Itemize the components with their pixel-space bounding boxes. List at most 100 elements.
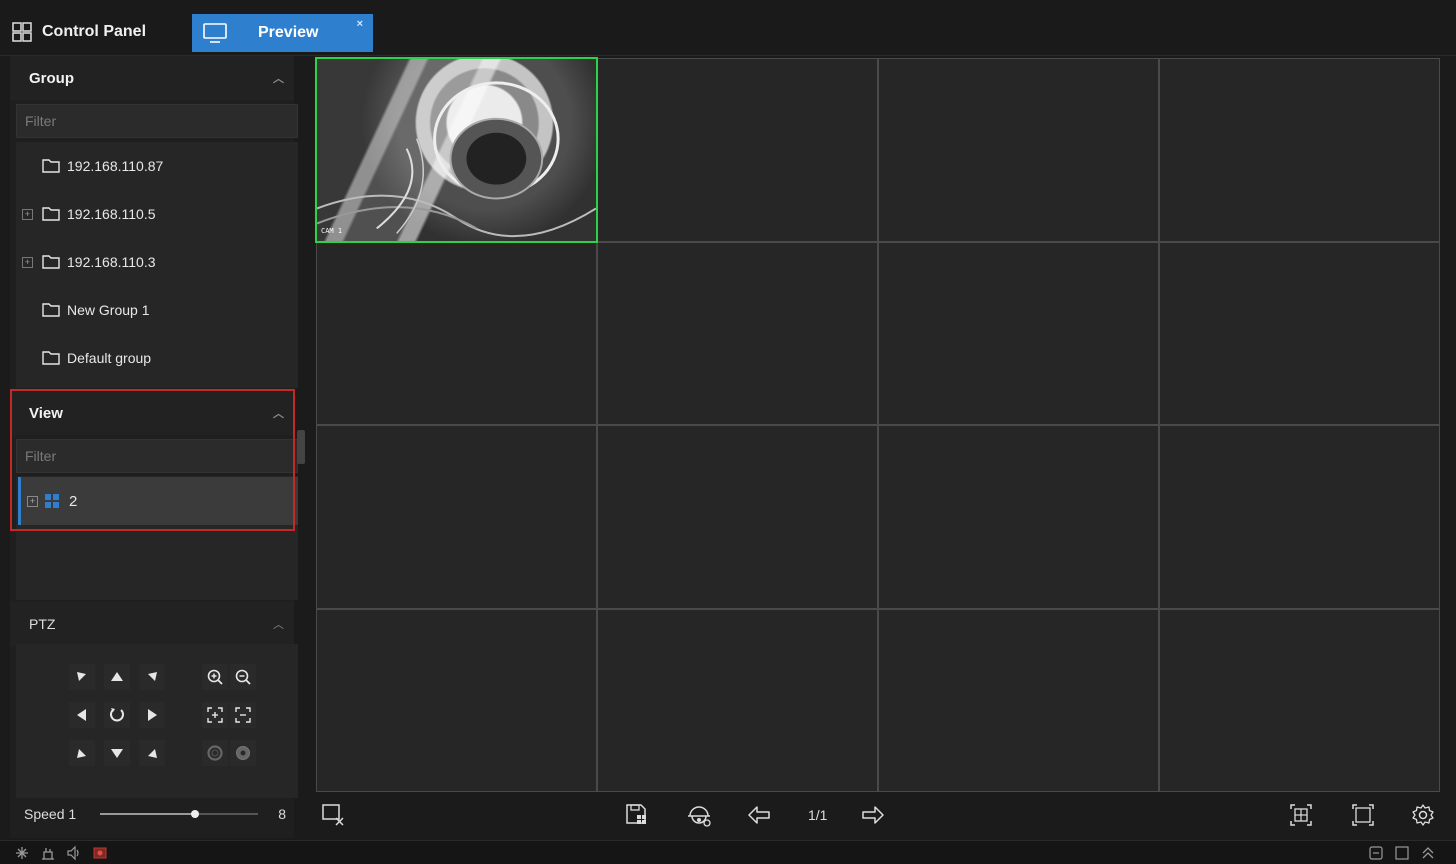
video-window[interactable] bbox=[597, 58, 878, 242]
ptz-down-left-button[interactable] bbox=[69, 740, 95, 766]
zoom-out-button[interactable] bbox=[230, 664, 256, 690]
tab-control-panel-label: Control Panel bbox=[42, 23, 147, 40]
view-filter-input[interactable]: Filter bbox=[16, 439, 298, 473]
alarm-icon[interactable] bbox=[14, 845, 30, 861]
group-tree-item[interactable]: +192.168.110.3 bbox=[16, 238, 298, 286]
group-tree-item[interactable]: +192.168.110.5 bbox=[16, 190, 298, 238]
ptz-down-button[interactable] bbox=[104, 740, 130, 766]
app-window: Control Panel Preview × Group ︿ Filter 1… bbox=[0, 0, 1456, 864]
video-window[interactable] bbox=[316, 425, 597, 609]
speed-slider-handle[interactable] bbox=[190, 810, 199, 818]
arrow-down-icon bbox=[111, 749, 123, 758]
ptz-up-button[interactable] bbox=[104, 664, 130, 690]
iris-open-icon bbox=[207, 745, 223, 761]
grid-icon bbox=[12, 22, 32, 42]
expand-icon[interactable]: + bbox=[22, 208, 33, 220]
video-window[interactable] bbox=[878, 608, 1159, 792]
group-tree-item-label: 192.168.110.3 bbox=[67, 254, 156, 270]
video-window[interactable] bbox=[1159, 608, 1440, 792]
ptz-controls bbox=[16, 644, 298, 798]
close-tab-icon[interactable]: × bbox=[357, 18, 363, 30]
arrow-up-icon bbox=[111, 672, 123, 681]
previous-page-button[interactable] bbox=[744, 800, 774, 830]
video-window[interactable] bbox=[1159, 425, 1440, 609]
video-grid: CAM 1 bbox=[315, 57, 1440, 792]
tab-control-panel[interactable]: Control Panel bbox=[12, 14, 146, 50]
message-icon[interactable] bbox=[1368, 845, 1384, 861]
iris-open-button[interactable] bbox=[202, 740, 228, 766]
left-panel: Group ︿ Filter 192.168.110.87 +192.168.11… bbox=[10, 56, 298, 838]
chevron-up-icon[interactable]: ︿ bbox=[273, 70, 284, 86]
video-window[interactable] bbox=[597, 425, 878, 609]
ptz-auto-button[interactable] bbox=[104, 702, 130, 728]
video-window[interactable] bbox=[878, 425, 1159, 609]
settings-button[interactable] bbox=[1408, 800, 1438, 830]
group-section-header[interactable]: Group ︿ bbox=[10, 56, 294, 100]
video-window[interactable] bbox=[878, 58, 1159, 242]
tab-bar: Control Panel Preview × bbox=[0, 0, 1456, 56]
panel-collapse-handle[interactable] bbox=[297, 430, 305, 464]
focus-near-button[interactable] bbox=[202, 702, 228, 728]
window-icon[interactable] bbox=[1394, 845, 1410, 861]
arrow-down-left-icon bbox=[77, 749, 86, 758]
ptz-up-right-button[interactable] bbox=[139, 664, 165, 690]
camera-feed-image bbox=[317, 59, 596, 241]
group-tree-item[interactable]: 192.168.110.87 bbox=[16, 142, 298, 190]
folder-icon bbox=[42, 351, 60, 365]
ptz-left-button[interactable] bbox=[69, 702, 95, 728]
video-window[interactable] bbox=[1159, 58, 1440, 242]
close-all-windows-icon bbox=[322, 804, 344, 826]
video-window[interactable] bbox=[1159, 241, 1440, 425]
dome-camera-button[interactable] bbox=[684, 800, 714, 830]
group-tree-item-label: New Group 1 bbox=[67, 302, 150, 318]
ptz-up-left-button[interactable] bbox=[69, 664, 95, 690]
arrow-up-right-icon bbox=[148, 672, 157, 681]
video-window[interactable] bbox=[878, 241, 1159, 425]
speed-slider-fill bbox=[100, 813, 195, 815]
split-screen-button[interactable] bbox=[1286, 800, 1316, 830]
video-window[interactable] bbox=[316, 241, 597, 425]
video-window[interactable] bbox=[597, 608, 878, 792]
ptz-right-button[interactable] bbox=[139, 702, 165, 728]
record-alert-icon[interactable] bbox=[92, 845, 108, 861]
speaker-icon[interactable] bbox=[66, 845, 82, 861]
zoom-out-icon bbox=[235, 669, 251, 685]
zoom-in-button[interactable] bbox=[202, 664, 228, 690]
expand-icon[interactable]: + bbox=[27, 495, 38, 507]
view-section-header[interactable]: View ︿ bbox=[10, 391, 294, 435]
focus-far-button[interactable] bbox=[230, 702, 256, 728]
chevron-up-icon[interactable]: ︿ bbox=[273, 405, 284, 421]
group-tree-item[interactable]: Default group bbox=[16, 334, 298, 382]
arrow-down-right-icon bbox=[148, 749, 157, 758]
fullscreen-icon bbox=[1352, 804, 1374, 826]
ptz-section-header[interactable]: PTZ ︿ bbox=[10, 602, 294, 646]
video-window-active[interactable]: CAM 1 bbox=[315, 57, 598, 243]
save-view-icon bbox=[626, 804, 646, 824]
expand-icon[interactable]: + bbox=[22, 256, 33, 268]
tab-preview[interactable]: Preview × bbox=[192, 14, 373, 52]
save-view-button[interactable] bbox=[622, 800, 652, 830]
close-all-button[interactable] bbox=[318, 800, 348, 830]
group-tree: 192.168.110.87 +192.168.110.5 +192.168.110… bbox=[16, 142, 298, 388]
group-tree-item[interactable]: New Group 1 bbox=[16, 286, 298, 334]
focus-in-icon bbox=[207, 707, 223, 723]
speed-slider[interactable] bbox=[100, 810, 258, 818]
preview-toolbar: 1/1 bbox=[310, 795, 1456, 837]
view-item-selected[interactable]: + 2 bbox=[18, 477, 298, 525]
chevron-up-icon[interactable]: ︿ bbox=[273, 616, 284, 632]
video-window[interactable] bbox=[597, 241, 878, 425]
rotate-icon bbox=[110, 708, 124, 722]
ptz-down-right-button[interactable] bbox=[139, 740, 165, 766]
arrow-right-icon bbox=[148, 709, 157, 721]
iris-close-button[interactable] bbox=[230, 740, 256, 766]
iris-close-icon bbox=[236, 746, 250, 760]
next-page-button[interactable] bbox=[858, 800, 888, 830]
group-filter-input[interactable]: Filter bbox=[16, 104, 298, 138]
fullscreen-button[interactable] bbox=[1348, 800, 1378, 830]
device-icon[interactable] bbox=[40, 845, 56, 861]
view-title: View bbox=[29, 404, 63, 422]
group-tree-item-label: Default group bbox=[67, 350, 152, 366]
chevron-double-up-icon[interactable] bbox=[1420, 845, 1436, 861]
video-window[interactable] bbox=[316, 608, 597, 792]
zoom-in-icon bbox=[207, 669, 223, 685]
